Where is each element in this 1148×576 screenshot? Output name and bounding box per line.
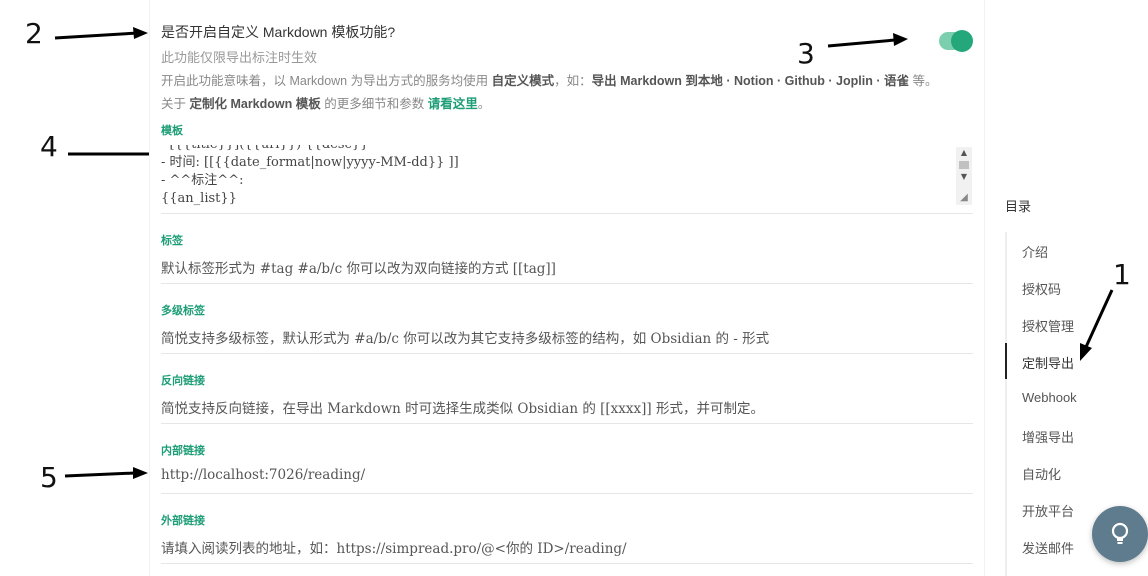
about-bold: 定制化 Markdown 模板 [189, 97, 321, 111]
scroll-thumb[interactable] [959, 161, 969, 169]
toc-title: 目录 [1005, 199, 1032, 214]
template-line: - 时间: [[{{date_format|now|yyyy-MM-dd}} ]… [161, 155, 459, 170]
desc-suffix: 等。 [908, 74, 938, 88]
field-input-tags[interactable]: 默认标签形式为 #tag #a/b/c 你可以改为双向链接的方式 [[tag]] [161, 257, 556, 277]
toc-item-send-email[interactable]: 发送邮件 [1022, 538, 1074, 557]
toc-item-license-code[interactable]: 授权码 [1022, 279, 1061, 298]
feature-description: 开启此功能意味着，以 Markdown 为导出方式的服务均使用 自定义模式，如：… [161, 70, 937, 89]
toc-item-license-management[interactable]: 授权管理 [1022, 316, 1074, 335]
field-label-internal-link: 内部链接 [161, 445, 205, 457]
about-prefix: 关于 [161, 97, 190, 111]
toc-item-enhanced-export[interactable]: 增强导出 [1022, 427, 1074, 446]
template-lines: - [{{title}}]({{url}}) {{desc}}- 时间: [[{… [161, 145, 459, 207]
template-scrollbar[interactable]: ▲ ▼ ◢ [956, 147, 972, 205]
template-label: 模板 [161, 125, 183, 137]
toc-item-automation[interactable]: 自动化 [1022, 464, 1061, 483]
field-input-multilevel-tags[interactable]: 简悦支持多级标签，默认形式为 #a/b/c 你可以改为其它支持多级标签的结构，如… [161, 327, 769, 347]
field-input-external-link[interactable]: 请填入阅读列表的地址，如：https://simpread.pro/@<你的 I… [161, 537, 627, 557]
toggle-knob [951, 30, 973, 52]
about-suffix: 。 [477, 97, 491, 111]
toc-item-open-platform[interactable]: 开放平台 [1022, 501, 1074, 520]
template-line: - ^^标注^^: [161, 173, 244, 188]
annotation-arrow-3 [827, 33, 908, 48]
template-textarea[interactable]: - [{{title}}]({{url}}) {{desc}}- 时间: [[{… [161, 145, 973, 207]
field-label-external-link: 外部链接 [161, 515, 205, 527]
desc-mid: ，如： [554, 74, 592, 88]
field-label-backlinks: 反向链接 [161, 375, 205, 387]
feature-title: 是否开启自定义 Markdown 模板功能? [161, 24, 396, 40]
about-mid: 的更多细节和参数 [320, 97, 428, 111]
scroll-down-arrow-icon[interactable]: ▼ [956, 171, 972, 183]
divider [161, 423, 973, 424]
scroll-up-arrow-icon[interactable]: ▲ [956, 147, 972, 159]
divider [161, 283, 973, 284]
floating-help-button[interactable] [1092, 506, 1148, 562]
annotation-arrow-1 [1080, 289, 1114, 361]
toc-track [1005, 232, 1007, 576]
divider [161, 563, 973, 564]
annotation-arrow-5 [64, 467, 148, 479]
annotation-number-3: 3 [797, 37, 815, 70]
divider [161, 213, 973, 214]
page: 2 4 5 是否开启自定义 Markdown 模板功能? 此功能仅限导出标注时生… [0, 0, 1148, 576]
toc-item-webhook[interactable]: Webhook [1022, 390, 1077, 405]
template-line: {{an_list}} [161, 191, 237, 206]
field-input-internal-link[interactable]: http://localhost:7026/reading/ [161, 467, 365, 483]
lightbulb-icon [1111, 522, 1129, 544]
divider [161, 493, 973, 494]
field-label-multilevel-tags: 多级标签 [161, 305, 205, 317]
feature-about: 关于 定制化 Markdown 模板 的更多细节和参数 请看这里。 [161, 93, 490, 112]
annotation-arrow-2 [54, 27, 148, 40]
about-link[interactable]: 请看这里 [428, 97, 478, 111]
field-input-backlinks[interactable]: 简悦支持反向链接，在导出 Markdown 时可选择生成类似 Obsidian … [161, 397, 764, 417]
desc-prefix: 开启此功能意味着，以 Markdown 为导出方式的服务均使用 [161, 74, 492, 88]
desc-bold-custom-mode: 自定义模式 [491, 74, 555, 88]
feature-note: 此功能仅限导出标注时生效 [161, 50, 318, 65]
template-line: - [{{title}}]({{url}}) {{desc}} [161, 145, 459, 154]
toc-active-indicator [1005, 343, 1007, 379]
settings-panel: 是否开启自定义 Markdown 模板功能? 此功能仅限导出标注时生效 开启此功… [150, 0, 984, 576]
toc-item-intro[interactable]: 介绍 [1022, 242, 1048, 261]
resize-grip-icon[interactable]: ◢ [958, 192, 970, 204]
custom-template-toggle[interactable] [939, 30, 973, 52]
divider [161, 353, 973, 354]
field-label-tags: 标签 [161, 235, 183, 247]
desc-bold-services: 导出 Markdown 到本地 · Notion · Github · Jopl… [591, 74, 909, 88]
toc-item-custom-export[interactable]: 定制导出 [1022, 353, 1074, 372]
